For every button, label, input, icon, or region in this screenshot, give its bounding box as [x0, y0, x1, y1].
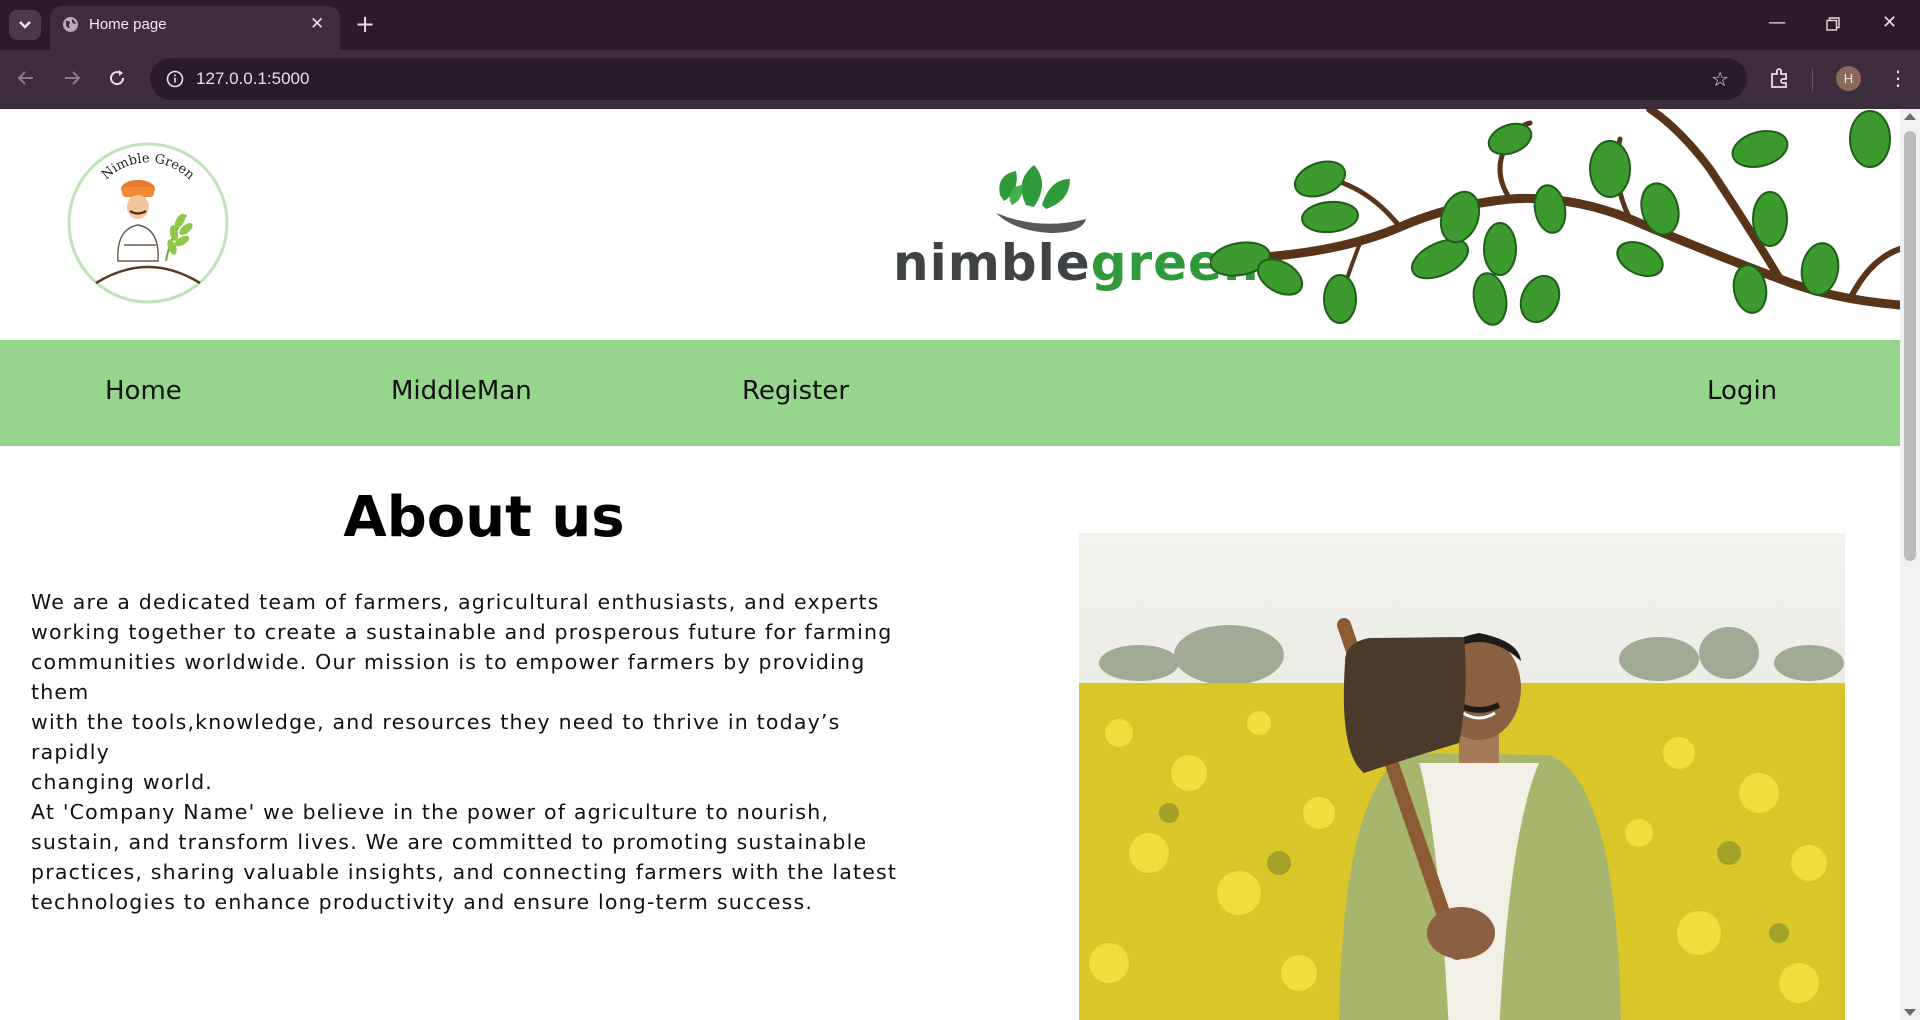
extensions-icon[interactable]: [1768, 66, 1792, 90]
nav-middleman-link[interactable]: MiddleMan: [391, 376, 532, 406]
close-window-icon[interactable]: ✕: [1882, 12, 1897, 33]
about-line: changing world.: [31, 770, 214, 794]
nav-home-link[interactable]: Home: [105, 376, 182, 406]
main-navbar: Home MiddleMan Register Login: [0, 340, 1900, 446]
leaf-logo-icon: [996, 165, 1086, 233]
about-line: communities worldwide. Our mission is to…: [31, 650, 866, 674]
new-tab-icon[interactable]: +: [355, 11, 375, 37]
about-line: We are a dedicated team of farmers, agri…: [31, 590, 880, 614]
reload-icon[interactable]: [107, 68, 127, 88]
site-info-icon[interactable]: [166, 70, 184, 88]
about-line: technologies to enhance productivity and…: [31, 890, 814, 914]
restore-icon[interactable]: [1826, 17, 1840, 31]
page-viewport: Nimble Green nimblegreen Home MiddleMan …: [0, 109, 1900, 1020]
scroll-up-arrow-icon[interactable]: [1904, 113, 1916, 120]
forward-icon[interactable]: [62, 68, 82, 88]
page-scrollbar[interactable]: [1900, 109, 1920, 1020]
farmer-logo[interactable]: Nimble Green: [66, 141, 230, 305]
scrollbar-thumb[interactable]: [1904, 131, 1916, 561]
farmer-field-photo: [1079, 533, 1845, 1020]
tree-branch-illustration: [1210, 109, 1900, 326]
back-icon[interactable]: [16, 68, 36, 88]
site-header: Nimble Green nimblegreen: [0, 109, 1900, 340]
nav-register-link[interactable]: Register: [742, 376, 849, 406]
about-heading: About us: [343, 485, 625, 550]
address-bar[interactable]: 127.0.0.1:5000 ☆: [150, 58, 1747, 100]
tab-search-button[interactable]: [9, 10, 41, 40]
about-paragraph: We are a dedicated team of farmers, agri…: [31, 587, 921, 917]
about-line: working together to create a sustainable…: [31, 620, 893, 644]
brand-wordmark[interactable]: nimblegreen: [893, 234, 1260, 292]
tab-title: Home page: [89, 16, 167, 33]
chevron-down-icon: [19, 21, 31, 29]
more-menu-icon[interactable]: ⋮: [1888, 64, 1908, 92]
bookmark-star-icon[interactable]: ☆: [1711, 67, 1729, 91]
browser-toolbar: 127.0.0.1:5000 ☆: [0, 50, 1920, 109]
nav-login-link[interactable]: Login: [1707, 376, 1777, 406]
about-line: sustain, and transform lives. We are com…: [31, 830, 868, 854]
globe-icon: [63, 17, 78, 32]
brand-part-1: nimble: [893, 234, 1091, 292]
about-line: rapidly: [31, 740, 110, 764]
browser-tab-bar: Home page ✕ + — ✕: [0, 0, 1920, 50]
profile-avatar[interactable]: H: [1836, 66, 1861, 91]
minimize-icon[interactable]: —: [1768, 12, 1786, 33]
toolbar-divider: [1812, 69, 1813, 91]
scroll-down-arrow-icon[interactable]: [1904, 1009, 1916, 1016]
url-text: 127.0.0.1:5000: [196, 69, 310, 88]
about-line: practices, sharing valuable insights, an…: [31, 860, 898, 884]
about-line: with the tools,knowledge, and resources …: [31, 710, 841, 734]
about-line: them: [31, 680, 90, 704]
close-tab-icon[interactable]: ✕: [310, 14, 324, 34]
about-line: At 'Company Name' we believe in the powe…: [31, 800, 830, 824]
